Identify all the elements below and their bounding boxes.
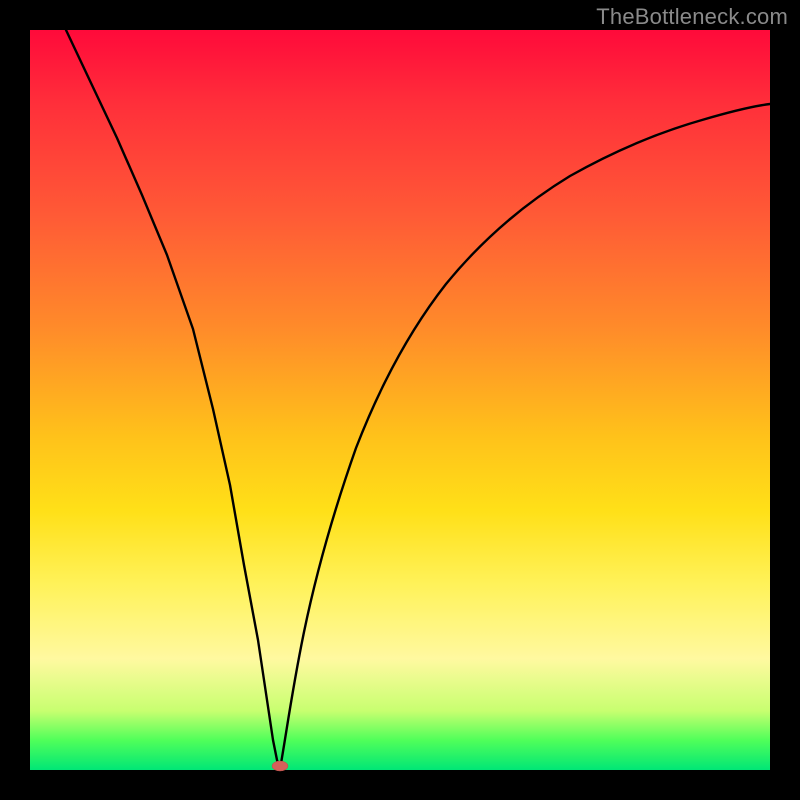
curve-right-branch [280, 104, 770, 769]
curve-left-branch [66, 30, 280, 769]
minimum-marker [272, 761, 288, 771]
watermark-text: TheBottleneck.com [596, 4, 788, 30]
chart-frame: TheBottleneck.com [0, 0, 800, 800]
plot-area [30, 30, 770, 770]
bottleneck-curve [30, 30, 770, 770]
